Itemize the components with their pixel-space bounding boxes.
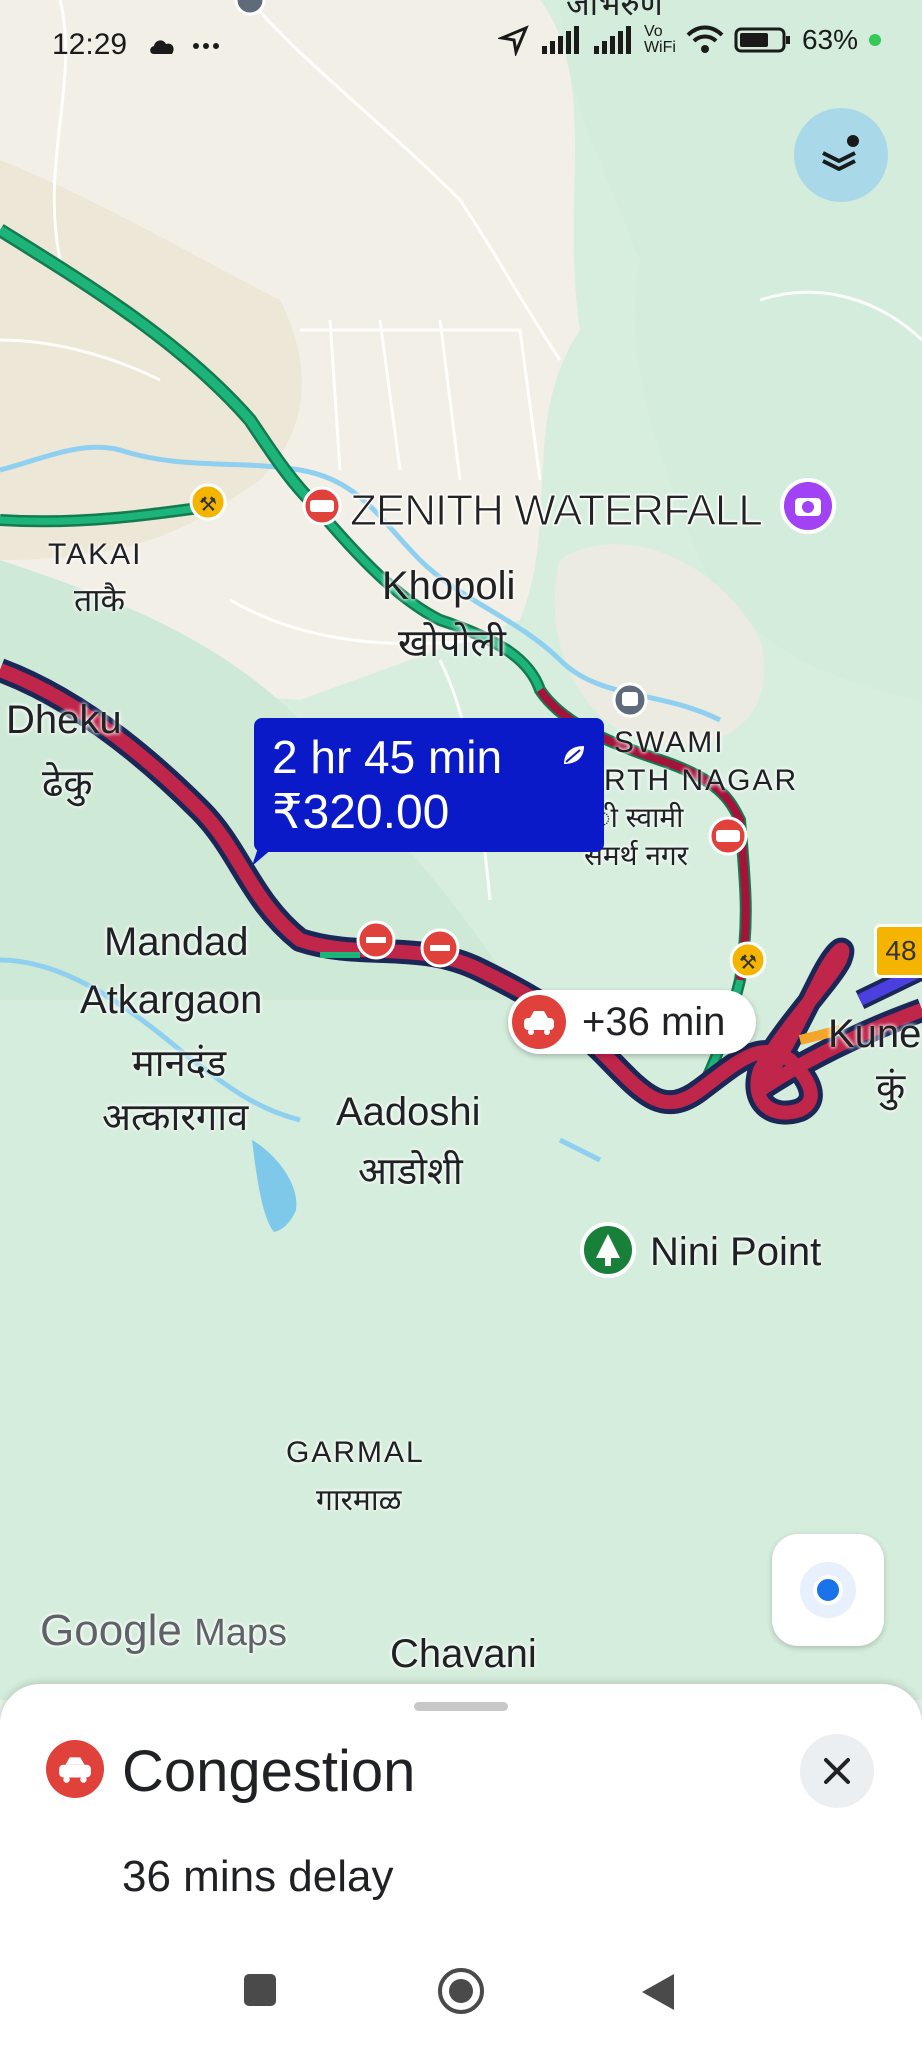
place-label-swami-2: RTH NAGAR xyxy=(604,764,799,797)
incident-icon[interactable] xyxy=(302,486,342,526)
place-label-mandad: Mandad xyxy=(104,920,249,964)
map-canvas[interactable]: ⚒ ⚒ जाभरुण TAKAI ताकै ZENITH WATERFALL K… xyxy=(0,0,922,1700)
delay-pill-text: +36 min xyxy=(582,999,726,1044)
place-label-khopoli-hi: खोपोली xyxy=(398,623,506,665)
congestion-car-icon xyxy=(46,1740,104,1798)
incident-icon[interactable] xyxy=(708,816,748,856)
more-dots-icon xyxy=(193,43,219,49)
recents-icon[interactable] xyxy=(242,1972,278,2008)
sheet-drag-handle[interactable] xyxy=(414,1702,508,1711)
callout-pointer xyxy=(252,842,280,866)
signal-icon xyxy=(593,26,631,54)
close-icon xyxy=(824,1758,850,1784)
place-label-kune: Kune xyxy=(828,1012,922,1056)
delay-pill[interactable]: +36 min xyxy=(508,990,756,1054)
battery-percent: 63% xyxy=(801,24,858,55)
place-label-kune-hi: कुं xyxy=(876,1067,906,1109)
vowifi-label: Vo WiFi xyxy=(643,23,676,56)
zenith-waterfall-label[interactable]: ZENITH WATERFALL xyxy=(350,486,764,536)
place-label-takai: TAKAI xyxy=(48,538,143,571)
construction-icon[interactable]: ⚒ xyxy=(729,941,767,979)
back-icon[interactable] xyxy=(640,1972,676,2012)
congestion-car-icon xyxy=(512,995,566,1049)
watermark-google: Google xyxy=(40,1606,182,1655)
watermark-maps: Maps xyxy=(194,1612,288,1654)
place-label-aadoshi-hi: आडोशी xyxy=(358,1151,463,1193)
transit-station-icon[interactable] xyxy=(612,682,648,718)
close-button[interactable] xyxy=(800,1734,874,1808)
construction-icon[interactable]: ⚒ xyxy=(189,483,227,521)
battery-icon xyxy=(734,27,790,53)
wifi-icon xyxy=(686,25,724,53)
place-label-swami: SWAMI xyxy=(614,726,725,759)
google-maps-watermark: Google Maps xyxy=(40,1606,287,1656)
sheet-subtitle: 36 mins delay xyxy=(122,1852,394,1901)
place-label-aadoshi: Aadoshi xyxy=(336,1090,481,1134)
status-right: Vo WiFi 63% xyxy=(497,23,882,56)
road-closed-icon[interactable] xyxy=(356,920,396,960)
camera-pin-icon[interactable] xyxy=(780,478,836,534)
highway-shield: 48 xyxy=(874,924,922,978)
navigation-arrow-icon xyxy=(497,25,529,56)
place-label-khopoli: Khopoli xyxy=(382,564,516,608)
route-duration: 2 hr 45 min xyxy=(272,731,503,783)
place-label-chavani: Chavani xyxy=(390,1632,537,1676)
place-label-dheku-hi: ढेकु xyxy=(42,763,93,805)
place-label-nini-point[interactable]: Nini Point xyxy=(650,1230,821,1275)
park-pin-icon[interactable] xyxy=(580,1222,636,1278)
layers-button[interactable] xyxy=(794,108,888,202)
place-label-takai-hi: ताकै xyxy=(74,582,126,618)
svg-text:⚒: ⚒ xyxy=(739,952,757,974)
svg-text:⚒: ⚒ xyxy=(199,494,217,516)
layers-icon xyxy=(822,135,859,171)
place-label-dheku: Dheku xyxy=(6,698,122,742)
status-time: 12:29 xyxy=(52,28,128,61)
place-label-garmal: GARMAL xyxy=(286,1436,425,1469)
place-label-swami-hi: ी स्वामी xyxy=(594,802,684,833)
place-label-atkargaon: Atkargaon xyxy=(80,978,263,1022)
place-label-mandad-hi: मानदंड xyxy=(132,1043,227,1085)
my-location-icon xyxy=(800,1562,856,1618)
place-label-garmal-hi: गारमाळ xyxy=(316,1484,402,1517)
green-dot-icon xyxy=(869,34,881,46)
eco-leaf-icon xyxy=(564,746,584,764)
status-bar: 12:29 Vo WiFi 63% xyxy=(0,0,922,90)
sheet-title: Congestion xyxy=(122,1739,416,1804)
home-icon[interactable] xyxy=(436,1966,486,2016)
place-label-atkargaon-hi: अत्कारगाव xyxy=(102,1097,249,1139)
signal-icon xyxy=(541,26,579,54)
route-toll: ₹320.00 xyxy=(272,786,450,839)
cloud-icon xyxy=(150,40,174,54)
route-callout[interactable]: 2 hr 45 min ₹320.00 xyxy=(252,718,604,866)
my-location-button[interactable] xyxy=(772,1534,884,1646)
road-closed-icon[interactable] xyxy=(420,928,460,968)
system-nav-bar xyxy=(0,1950,922,2048)
